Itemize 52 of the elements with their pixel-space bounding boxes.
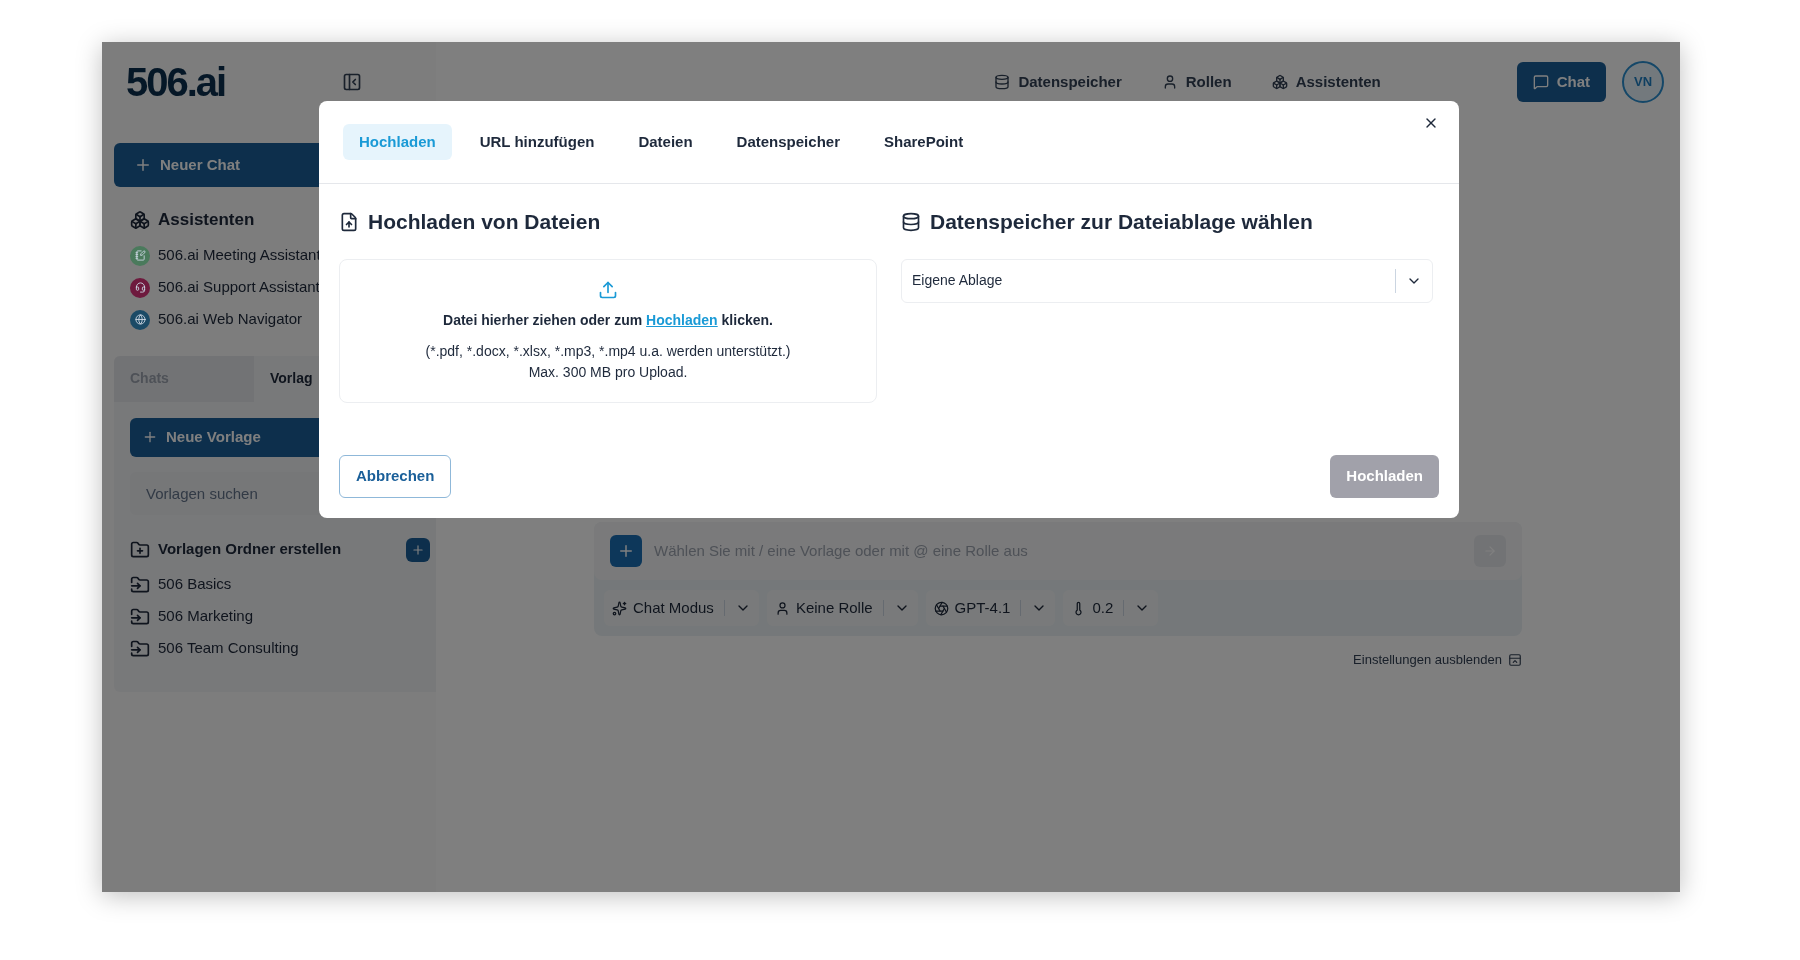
folder-plus-icon (130, 539, 150, 560)
dialog-tab[interactable]: Dateien (622, 124, 709, 160)
section-heading: Assistenten (158, 209, 255, 231)
plus-icon (617, 542, 635, 560)
nav-link[interactable]: Rollen (1161, 70, 1232, 94)
add-button[interactable] (610, 535, 642, 567)
supported-formats: (*.pdf, *.docx, *.xlsx, *.mp3, *.mp4 u.a. werden unterstützt.) (425, 341, 791, 361)
notebook-icon (134, 250, 146, 261)
create-folder-label: Vorlagen Ordner erstellen (158, 539, 342, 560)
nav-link[interactable]: Assistenten (1271, 70, 1381, 94)
folder-icon (130, 574, 150, 595)
nav-link[interactable]: Datenspeicher (994, 70, 1122, 94)
dialog-tab[interactable]: Datenspeicher (720, 124, 856, 160)
aperture-icon (933, 600, 949, 616)
size-limit: Max. 300 MB pro Upload. (528, 362, 688, 382)
cubes-icon (1271, 74, 1288, 90)
globe-icon (134, 314, 146, 325)
cubes-icon (130, 209, 150, 230)
settings-dropdown[interactable]: Chat Modus (604, 590, 759, 626)
logo: 506.ai (126, 62, 226, 102)
cancel-button[interactable]: Abbrechen (339, 455, 452, 498)
upload-icon (598, 279, 618, 300)
storage-select[interactable]: Eigene Ablage (901, 258, 1433, 303)
settings-dropdown[interactable]: Keine Rolle (766, 590, 918, 626)
file-upload-icon (339, 211, 359, 232)
drop-zone[interactable]: Datei hierher ziehen oder zum Hochladen klicken. (*.pdf, *.docx, *.xlsx, *.mp3, *.mp4 u.a. werden unterstützt.) Max. 300 MB pro Upload. (339, 258, 877, 403)
user-avatar[interactable]: VN (1622, 61, 1664, 103)
drop-instructions: Datei hierher ziehen oder zum Hochladen klicken. (443, 310, 773, 330)
collapse-sidebar-icon[interactable] (342, 72, 362, 92)
chat-bubble-icon (1532, 74, 1549, 90)
headset-icon (134, 282, 146, 293)
dialog-tab[interactable]: Hochladen (343, 124, 452, 160)
hide-settings-link[interactable]: Einstellungen ausblenden (1353, 650, 1522, 670)
database-icon (994, 74, 1011, 90)
database-icon (901, 211, 921, 232)
dialog-tab[interactable]: URL hinzufügen (463, 124, 611, 160)
settings-dropdown[interactable]: 0.2 (1063, 590, 1159, 626)
folder-icon (130, 638, 150, 659)
sparkles-icon (612, 600, 627, 616)
dialog-tab[interactable]: SharePoint (867, 124, 980, 160)
user-icon (774, 600, 790, 616)
folder-icon (130, 606, 150, 627)
upload-link[interactable]: Hochladen (646, 311, 718, 328)
section-title: Datenspeicher zur Dateiablage wählen (930, 209, 1313, 235)
plus-icon (411, 542, 425, 557)
settings-dropdown[interactable]: GPT-4.1 (925, 590, 1056, 626)
plus-icon (134, 156, 152, 174)
plus-icon (142, 429, 158, 445)
panel-icon (1508, 652, 1522, 667)
add-folder-button[interactable] (406, 537, 430, 562)
section-title: Hochladen von Dateien (368, 209, 601, 235)
chat-button[interactable]: Chat (1516, 62, 1606, 102)
